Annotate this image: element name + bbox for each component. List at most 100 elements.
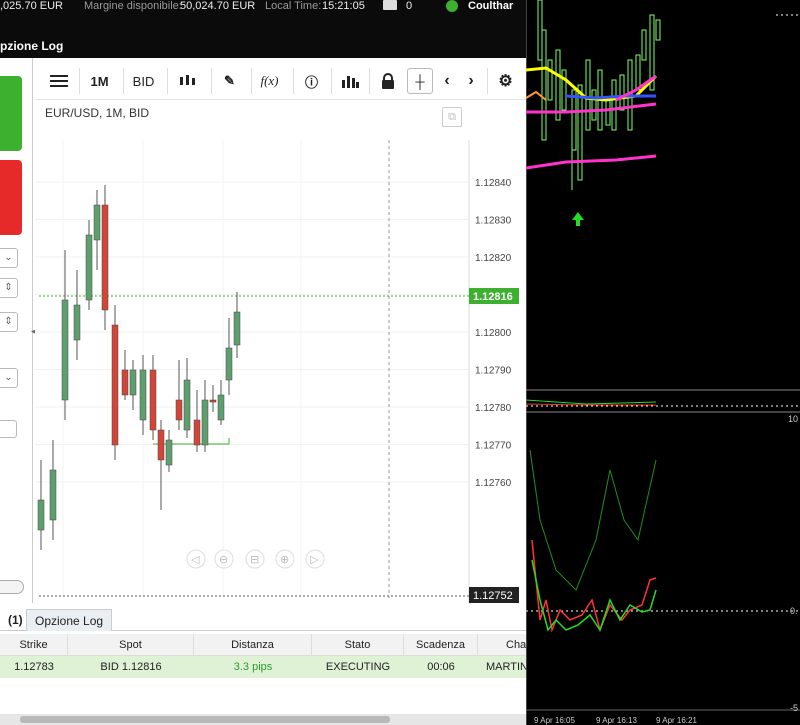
table-row[interactable]: 1.12783 BID 1.12816 3.3 pips EXECUTING 0… — [0, 656, 526, 678]
mt4-candle — [619, 74, 625, 111]
mt4-time-label-2: 9 Apr 16:13 — [596, 716, 637, 725]
y-tick-label: 1.12830 — [475, 216, 512, 227]
candle-body — [193, 419, 201, 446]
tab-option-log[interactable]: Opzione Log — [26, 609, 113, 631]
mode-dropdown[interactable]: ⌄ — [0, 368, 18, 388]
mt4-candle — [555, 49, 561, 121]
mt4-chart[interactable] — [526, 0, 800, 725]
scrollbar-thumb[interactable] — [20, 716, 390, 723]
mt4-buy-arrow-icon — [572, 212, 584, 226]
mt4-osc2-dark-green — [529, 449, 657, 591]
scroll-left-icon-glyph: ◁ — [191, 553, 200, 566]
mt4-ma-magenta-3 — [526, 154, 657, 170]
y-tick-label: 1.12840 — [475, 178, 512, 189]
mt4-candle — [641, 29, 647, 61]
candle-body — [233, 311, 241, 346]
indicators-button[interactable]: f(x) — [251, 68, 287, 94]
candle-body — [61, 299, 69, 401]
chart-toolbar: 1M BID ✎ f(x) ⓘ ┼ ‹ › ⚙ — [35, 62, 526, 100]
positions-panel: (1) Opzione Log Strike Spot Distanza Sta… — [0, 603, 526, 725]
y-tick-label: 1.12820 — [475, 253, 512, 264]
info-icon[interactable]: ⓘ — [293, 68, 329, 94]
mt4-time-label-3: 9 Apr 16:21 — [656, 716, 697, 725]
candle-body — [85, 234, 93, 301]
amount-stepper[interactable]: ⇕ — [0, 278, 18, 298]
mt4-candle — [655, 19, 661, 41]
candle-body — [201, 399, 209, 446]
settings-gear-icon[interactable]: ⚙ — [487, 68, 523, 94]
col-expiry[interactable]: Scadenza — [404, 634, 478, 656]
crosshair-icon[interactable]: ┼ — [407, 68, 433, 94]
amount-dropdown[interactable]: ⌄ — [0, 248, 18, 268]
mt4-chart-window[interactable]: 0. -5 10 9 Apr 16:05 9 Apr 16:13 9 Apr 1… — [526, 0, 800, 725]
candle-body — [93, 204, 101, 241]
chart-frame: 1M BID ✎ f(x) ⓘ ┼ ‹ › ⚙ EUR/USD, 1M, BID… — [35, 62, 526, 603]
envelope-icon[interactable] — [383, 0, 397, 10]
candle-body — [209, 399, 217, 403]
col-status[interactable]: Stato — [312, 634, 404, 656]
positions-tabs: (1) Opzione Log — [0, 609, 526, 631]
mt4-candle — [605, 99, 611, 126]
mt4-level-label: 0. — [790, 606, 798, 616]
col-extra[interactable]: Cha — [478, 634, 526, 656]
trade-panel: ⌄ ⇕ ⇕ ⌄ — [0, 58, 33, 603]
cell-spot: BID 1.12816 — [100, 661, 162, 673]
zoom-out-icon-glyph: ⊖ — [219, 553, 228, 566]
col-distance[interactable]: Distanza — [194, 634, 312, 656]
cell-extra: MARTIN — [486, 661, 526, 673]
table-header: Strike Spot Distanza Stato Scadenza Cha — [0, 634, 526, 656]
chart-type-icon[interactable] — [167, 68, 207, 94]
mt4-candle — [537, 0, 543, 61]
candlestick-chart[interactable]: 1.128401.128301.128201.128101.128001.127… — [35, 100, 526, 603]
draw-pencil-icon[interactable]: ✎ — [211, 68, 247, 94]
candle-body — [101, 204, 109, 311]
mt4-candle — [611, 79, 617, 131]
user-icon[interactable] — [446, 0, 458, 12]
fit-icon-glyph: ⊟ — [250, 553, 259, 566]
bar-chart-icon[interactable] — [331, 68, 367, 94]
candle-body — [225, 347, 233, 381]
value-field[interactable] — [0, 420, 17, 438]
scroll-left-icon[interactable]: ‹ — [437, 68, 457, 94]
price-type-select[interactable]: BID — [123, 68, 163, 94]
mt4-osc-green — [526, 399, 657, 405]
margin-label: Margine disponibile: — [84, 0, 182, 12]
candle-body — [49, 469, 57, 521]
lock-icon[interactable] — [369, 68, 405, 94]
candle-body — [129, 369, 137, 396]
mt4-candle — [577, 84, 583, 181]
candle-body — [37, 499, 45, 531]
candle-body — [175, 399, 183, 421]
candle-body — [121, 369, 129, 396]
col-spot[interactable]: Spot — [68, 634, 194, 656]
cell-strike: 1.12783 — [14, 661, 54, 673]
candle-body — [73, 304, 81, 341]
local-time-value: 15:21:05 — [322, 0, 365, 12]
panel-title: pzione Log — [0, 39, 64, 53]
timeframe-select[interactable]: 1M — [79, 68, 119, 94]
y-tick-label: 1.12760 — [475, 478, 512, 489]
y-tick-label: 1.12800 — [475, 328, 512, 339]
sell-button[interactable] — [0, 160, 22, 235]
mt4-candle — [585, 59, 591, 131]
mt4-candle — [571, 89, 577, 151]
expiry-stepper[interactable]: ⇕ — [0, 312, 18, 332]
mt4-candle — [541, 29, 547, 141]
candle-body — [183, 379, 191, 431]
messages-count: 0 — [406, 0, 413, 12]
top-bar: ,025.70 EUR Margine disponibile: 50,024.… — [0, 0, 526, 58]
user-name[interactable]: Coulthar — [468, 0, 513, 12]
candle-body — [139, 369, 147, 421]
scroll-right-icon-glyph: ▷ — [310, 553, 319, 566]
buy-button[interactable] — [0, 76, 22, 151]
mt4-candle — [591, 89, 597, 121]
toggle-switch[interactable] — [0, 580, 24, 594]
scroll-right-icon[interactable]: › — [461, 68, 481, 94]
margin-value: 50,024.70 EUR — [180, 0, 256, 12]
y-tick-label: 1.12790 — [475, 366, 512, 377]
horizontal-scrollbar[interactable] — [0, 714, 526, 725]
menu-icon[interactable] — [43, 68, 75, 94]
cell-expiry: 00:06 — [427, 661, 455, 673]
col-strike[interactable]: Strike — [0, 634, 68, 656]
mt4-bottom-label: -5 — [790, 703, 799, 713]
